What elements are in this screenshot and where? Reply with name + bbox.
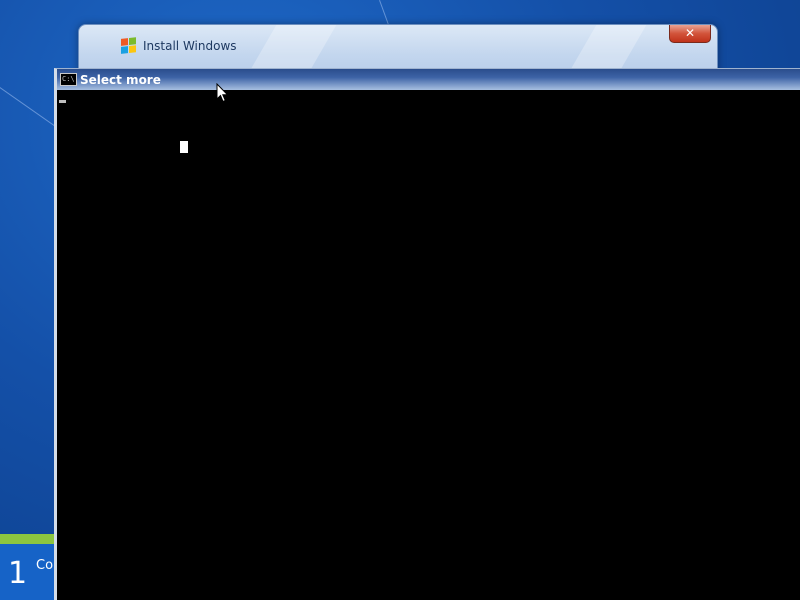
console-output-area[interactable] [57,90,800,600]
setup-step-number: 1 [8,556,28,591]
close-icon: ✕ [684,26,696,40]
console-caret [59,100,66,103]
install-windows-titlebar: Install Windows [121,37,237,54]
cmd-icon[interactable]: C:\ [60,73,77,86]
console-window[interactable]: C:\ Select more [54,68,800,600]
selection-cursor-block [180,141,188,153]
mouse-pointer-icon [216,83,229,103]
close-button[interactable]: ✕ [669,25,711,43]
setup-progress-bar [0,534,56,544]
install-windows-title: Install Windows [143,38,237,53]
windows-flag-icon [121,37,137,54]
setup-step-label: Co [36,558,54,573]
console-titlebar[interactable]: C:\ Select more [57,69,800,90]
console-title: Select more [80,72,161,87]
